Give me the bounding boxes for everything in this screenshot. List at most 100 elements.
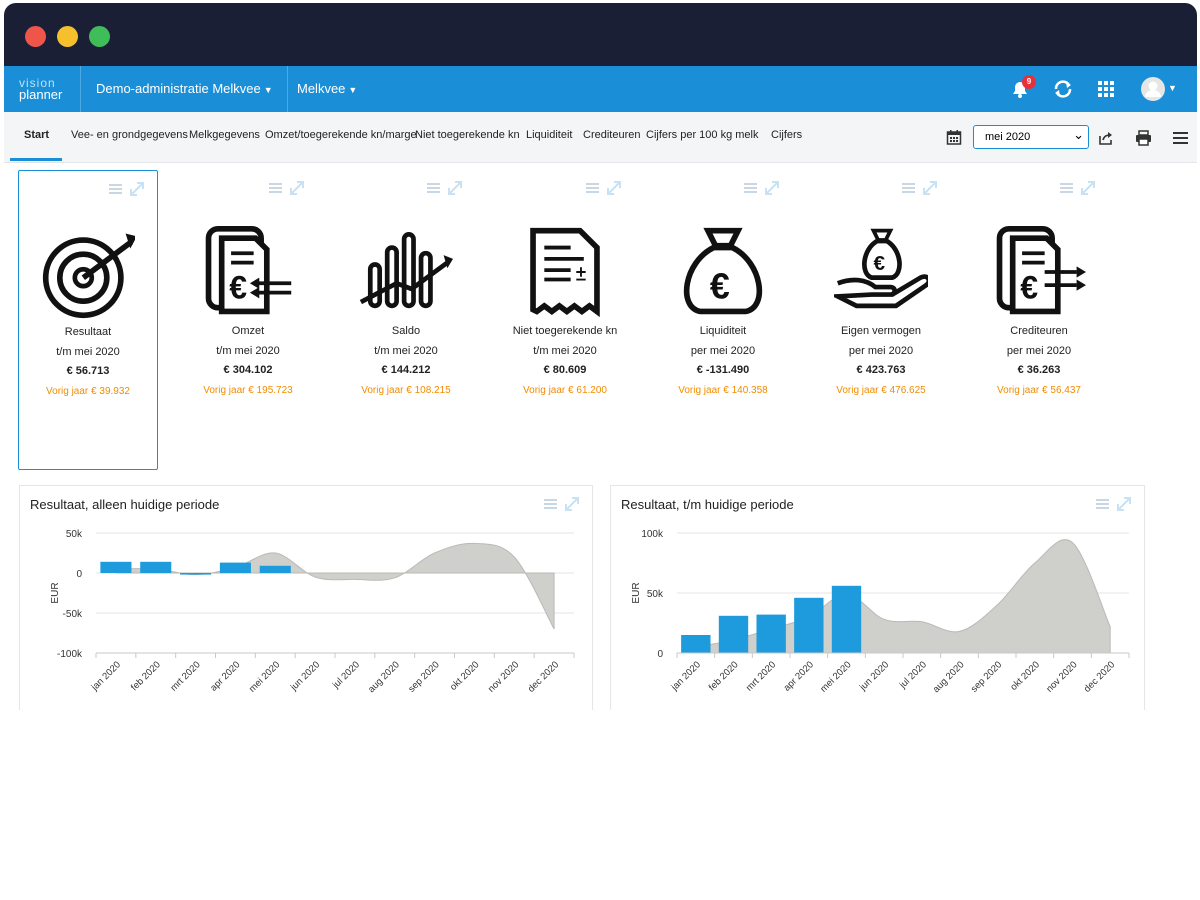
x-tick-label: mrt 2020 [744,659,778,693]
maximize-window-button[interactable] [89,26,110,47]
kpi-value: € -131.490 [696,364,750,376]
period-select-value: mei 2020 [985,131,1031,143]
kpi-card-niet-toegerekende-kn[interactable]: Niet toegerekende kn t/m mei 2020 € 80.6… [496,170,634,468]
kpi-period: per mei 2020 [1006,345,1072,357]
kpi-period: t/m mei 2020 [533,345,597,357]
expand-icon [130,182,144,196]
card-tools [744,181,779,195]
kpi-title: Saldo [391,325,421,337]
svg-text:€: € [1020,269,1038,305]
caret-down-icon: ▼ [1168,83,1177,93]
expand-icon [290,181,304,195]
card-tools [109,182,144,196]
module-dropdown[interactable]: Melkvee ▼ [297,81,357,96]
brand-logo[interactable]: vision planner [19,77,62,101]
user-menu[interactable]: ▼ [1140,76,1177,102]
print-icon[interactable] [1135,130,1152,146]
calendar-icon[interactable] [946,129,962,145]
chart-svg: 50k 0 -50k -100k EUR jan 2020 feb 2020 mrt 2020… [50,529,575,695]
tab-liquiditeit[interactable]: Liquiditeit [526,129,572,141]
x-tick-label: nov 2020 [486,659,521,694]
caret-down-icon: ▼ [348,85,358,95]
kpi-card-saldo[interactable]: Saldo t/m mei 2020 € 144.212 Vorig jaar … [337,170,475,468]
refresh-icon[interactable] [1052,78,1074,100]
receipt-icon [530,227,600,318]
y-axis-title: EUR [50,582,61,603]
x-tick-label: dec 2020 [1082,659,1117,694]
kpi-value: € 304.102 [223,364,273,376]
tab-start[interactable]: Start [24,129,49,141]
y-tick-label: 0 [657,649,663,660]
tab-cijfers[interactable]: Cijfers [771,129,802,141]
svg-text:€: € [710,266,730,306]
bar [681,635,711,653]
kpi-previous-year: Vorig jaar € 195.723 [203,385,293,396]
list-icon [109,184,122,194]
notifications-button[interactable]: 9 [1009,75,1036,100]
kpi-value: € 423.763 [856,364,906,376]
kpi-card-resultaat[interactable]: Resultaat t/m mei 2020 € 56.713 Vorig ja… [18,170,158,470]
tab-melkgegevens[interactable]: Melkgegevens [189,129,260,141]
kpi-value: € 36.263 [1017,364,1061,376]
x-tick-label: feb 2020 [707,659,741,693]
user-avatar-icon [1141,77,1165,101]
expand-icon [448,181,462,195]
period-select[interactable]: mei 2020 ⌄ [973,125,1089,149]
admin-dropdown[interactable]: Demo-administratie Melkvee ▼ [96,81,273,96]
tabs-bar: Start Vee- en grondgegevens Melkgegevens… [4,112,1197,163]
x-tick-label: nov 2020 [1044,659,1079,694]
tab-omzet-marge[interactable]: Omzet/toegerekende kn/marge [265,129,417,141]
kpi-previous-year: Vorig jaar € 56.437 [997,385,1081,396]
bar [794,597,824,653]
kpi-previous-year: Vorig jaar € 476.625 [836,385,926,396]
x-tick-label: aug 2020 [931,659,967,695]
kpi-card-eigen-vermogen[interactable]: € Eigen vermogen per mei 2020 € 423.763 … [812,170,950,468]
tab-cijfers-per-100kg[interactable]: Cijfers per 100 kg melk [646,129,759,141]
app-window: vision planner Demo-administratie Melkve… [4,3,1197,710]
svg-text:€: € [873,252,885,275]
tab-vee-en-grondgegevens[interactable]: Vee- en grondgegevens [71,129,188,141]
card-tools [586,181,621,195]
expand-icon [1081,181,1095,195]
caret-down-icon: ▼ [263,85,273,95]
tab-niet-toegerekende-kn[interactable]: Niet toegerekende kn [415,129,520,141]
x-tick-label: sep 2020 [406,659,441,694]
kpi-title: Crediteuren [1010,325,1068,337]
x-tick-label: okt 2020 [448,659,482,693]
kpi-period: per mei 2020 [690,345,756,357]
admin-dropdown-label: Demo-administratie Melkvee [96,81,261,96]
kpi-card-liquiditeit[interactable]: € Liquiditeit per mei 2020 € -131.490 Vo… [654,170,792,468]
expand-icon [607,181,621,195]
kpi-title: Omzet [231,325,265,337]
area-series [115,542,555,630]
kpi-card-omzet[interactable]: € Omzet t/m mei 2020 € 304.102 Vorig jaa… [179,170,317,468]
minimize-window-button[interactable] [57,26,78,47]
kpi-previous-year: Vorig jaar € 39.932 [46,386,130,397]
export-icon[interactable] [1098,130,1114,146]
apps-grid-icon[interactable] [1097,80,1115,98]
kpi-value: € 56.713 [66,365,110,377]
expand-icon [765,181,779,195]
list-icon [1060,183,1073,193]
card-tools [427,181,462,195]
close-window-button[interactable] [25,26,46,47]
tab-crediteuren[interactable]: Crediteuren [583,129,640,141]
menu-icon[interactable] [1173,131,1188,145]
list-icon [269,183,282,193]
window-titlebar [4,3,1197,66]
expand-icon [923,181,937,195]
bar [100,561,132,573]
x-tick-label: mrt 2020 [168,659,202,693]
invoice-in-icon: € [205,225,292,315]
kpi-period: per mei 2020 [848,345,914,357]
kpi-card-crediteuren[interactable]: € Crediteuren per mei 2020 € 36.263 Vori… [970,170,1108,468]
hand-money-icon: € [834,228,928,309]
kpi-title: Niet toegerekende kn [512,325,618,337]
svg-text:€: € [229,269,247,305]
x-tick-label: jun 2020 [857,659,891,693]
kpi-period: t/m mei 2020 [374,345,438,357]
x-tick-label: mei 2020 [818,659,853,694]
list-icon [586,183,599,193]
y-tick-label: -50k [63,609,83,620]
y-tick-label: -100k [57,649,83,660]
